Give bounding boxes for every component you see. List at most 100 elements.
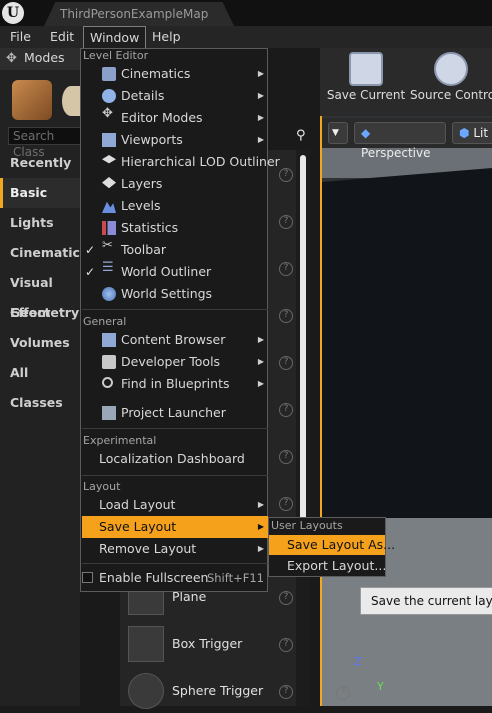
menu-item-label: Cinematics [121, 66, 191, 81]
menu-item-viewports[interactable]: Viewports ▶ [82, 129, 268, 151]
sphere-trigger-thumbnail-icon [128, 673, 164, 709]
category-volumes[interactable]: Volumes [0, 328, 80, 358]
help-icon[interactable]: ? [279, 497, 293, 511]
paint-mode-icon[interactable] [62, 86, 80, 116]
menu-item-world-outliner[interactable]: ✓ ☰ World Outliner [82, 261, 268, 283]
find-in-blueprints-icon [102, 377, 113, 388]
menu-item-load-layout[interactable]: Load Layout ▶ [82, 494, 268, 516]
statistics-icon [102, 221, 116, 235]
hlod-icon [102, 155, 116, 164]
menu-item-label: Editor Modes [121, 110, 203, 125]
help-icon[interactable]: ? [279, 309, 293, 323]
editor-modes-icon: ✥ [102, 106, 113, 121]
perspective-icon: ◆ [361, 126, 371, 140]
menu-item-remove-layout[interactable]: Remove Layout ▶ [82, 538, 268, 560]
asset-sphere-trigger[interactable]: Sphere Trigger [124, 671, 294, 713]
submenu-arrow-icon: ▶ [257, 113, 264, 122]
menu-item-levels[interactable]: Levels [82, 195, 268, 217]
menu-item-world-settings[interactable]: World Settings [82, 283, 268, 305]
menu-item-layers[interactable]: Layers [82, 173, 268, 195]
menu-item-label: Levels [121, 198, 161, 213]
menu-item-localization-dashboard[interactable]: Localization Dashboard [82, 448, 268, 470]
source-control-button[interactable]: Source Control [408, 48, 492, 116]
menu-item-label: World Settings [121, 286, 213, 301]
levels-icon [102, 201, 116, 213]
menu-item-editor-modes[interactable]: ✥ Editor Modes ▶ [82, 107, 268, 129]
help-icon[interactable]: ? [279, 168, 293, 182]
menu-file[interactable]: File [4, 26, 37, 48]
menu-item-enable-fullscreen[interactable]: Enable Fullscreen Shift+F11 [82, 567, 268, 589]
world-settings-icon [102, 287, 116, 301]
developer-tools-icon [102, 355, 116, 369]
menu-item-cinematics[interactable]: Cinematics ▶ [82, 63, 268, 85]
menu-item-export-layout[interactable]: Export Layout... [269, 556, 386, 576]
menu-item-label: Find in Blueprints [121, 376, 230, 391]
menu-item-label: Load Layout [99, 497, 176, 512]
menu-item-hlod-outliner[interactable]: Hierarchical LOD Outliner [82, 151, 280, 173]
submenu-arrow-icon: ▶ [257, 69, 264, 78]
help-icon[interactable]: ? [279, 356, 293, 370]
submenu-arrow-icon: ▶ [257, 544, 264, 553]
section-layout: Layout [83, 480, 121, 493]
menu-separator [82, 309, 268, 310]
lit-icon: ⬢ [459, 126, 470, 140]
menu-item-content-browser[interactable]: Content Browser ▶ [82, 329, 268, 351]
menu-item-save-layout-as[interactable]: Save Layout As... [269, 535, 395, 555]
menu-item-developer-tools[interactable]: Developer Tools ▶ [82, 351, 268, 373]
document-tab[interactable]: ThirdPersonExampleMap [44, 2, 234, 26]
help-icon[interactable]: ? [279, 403, 293, 417]
unreal-logo-icon[interactable]: U [2, 2, 24, 24]
menu-help[interactable]: Help [146, 26, 187, 48]
submenu-arrow-icon: ▶ [257, 522, 264, 531]
content-browser-icon [102, 333, 116, 347]
category-all-classes[interactable]: All Classes [0, 358, 80, 410]
menu-item-details[interactable]: Details ▶ [82, 85, 268, 107]
lit-dropdown[interactable]: ⬢ Lit [452, 122, 492, 144]
asset-box-trigger[interactable]: Box Trigger [124, 624, 294, 666]
menu-item-label: Layers [121, 176, 163, 191]
source-control-label: Source Control [410, 88, 492, 102]
asset-label: Box Trigger [172, 636, 243, 651]
world-outliner-icon: ☰ [102, 260, 114, 275]
search-classes-input[interactable]: Search Class [8, 127, 88, 159]
menu-item-label: Hierarchical LOD Outliner [121, 154, 280, 169]
help-icon[interactable]: ? [279, 450, 293, 464]
menu-window[interactable]: Window [83, 26, 147, 48]
category-basic[interactable]: Basic [0, 178, 80, 208]
help-icon[interactable]: ? [279, 262, 293, 276]
menu-item-project-launcher[interactable]: Project Launcher [82, 402, 268, 424]
category-recently-placed[interactable]: Recently Pla [0, 148, 80, 200]
source-control-icon [434, 52, 468, 86]
menu-edit[interactable]: Edit [44, 26, 80, 48]
perspective-dropdown[interactable]: ◆ Perspective [354, 122, 446, 160]
tooltip: Save the current layout [360, 587, 492, 615]
help-icon[interactable]: ? [279, 215, 293, 229]
menu-item-find-in-blueprints[interactable]: Find in Blueprints ▶ [82, 373, 268, 395]
checkmark-icon: ✓ [85, 265, 96, 279]
perspective-label: Perspective [361, 146, 431, 160]
viewport-options-dropdown[interactable]: ▼ [328, 122, 348, 144]
category-lights[interactable]: Lights [0, 208, 80, 238]
viewport-toolbar: ▼ ◆ Perspective ⬢ Lit [322, 118, 492, 160]
section-user-layouts: User Layouts [271, 519, 343, 532]
viewport-wall [322, 168, 492, 518]
menu-item-toolbar[interactable]: ✓ ✂ Toolbar [82, 239, 268, 261]
submenu-arrow-icon: ▶ [257, 91, 264, 100]
box-trigger-thumbnail-icon [128, 626, 164, 662]
menu-separator [82, 563, 268, 564]
category-visual-effects[interactable]: Visual Effect [0, 268, 80, 320]
menu-item-label: Statistics [121, 220, 179, 235]
save-current-button[interactable]: Save Current [326, 48, 406, 116]
menu-item-save-layout[interactable]: Save Layout ▶ [82, 516, 268, 538]
menu-separator [82, 475, 268, 476]
place-mode-icon[interactable] [12, 80, 52, 120]
category-geometry[interactable]: Geometry [0, 298, 80, 328]
viewport-help-icon[interactable]: ? [336, 686, 350, 700]
submenu-arrow-icon: ▶ [257, 135, 264, 144]
scrollbar-thumb[interactable] [300, 155, 306, 575]
category-cinematic[interactable]: Cinematic [0, 238, 80, 268]
menu-item-label: Toolbar [121, 242, 167, 257]
search-icon[interactable]: ⚲ [296, 128, 310, 144]
submenu-arrow-icon: ▶ [257, 379, 264, 388]
menu-item-statistics[interactable]: Statistics [82, 217, 268, 239]
